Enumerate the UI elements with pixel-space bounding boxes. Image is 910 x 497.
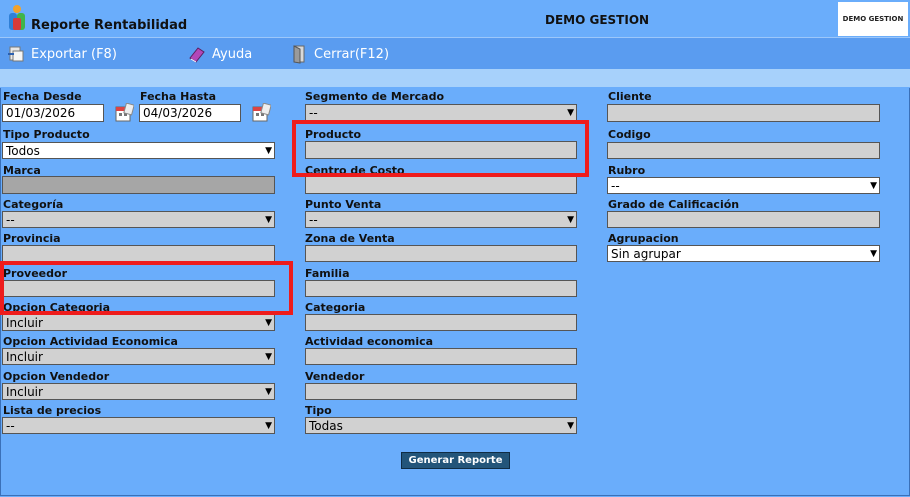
familia-label: Familia (305, 267, 350, 280)
chevron-down-icon: ▼ (870, 180, 877, 191)
categoria-label: Categoría (3, 198, 64, 211)
marca-input[interactable] (2, 176, 275, 194)
export-button[interactable]: Exportar (F8) (6, 43, 117, 65)
app-logo-icon (9, 5, 25, 30)
close-button[interactable]: Cerrar(F12) (289, 43, 389, 65)
chevron-down-icon: ▼ (567, 214, 574, 225)
generate-report-button[interactable]: Generar Reporte (401, 452, 510, 469)
chevron-down-icon: ▼ (265, 214, 272, 225)
lista-precios-value: -- (6, 418, 15, 433)
export-label: Exportar (F8) (31, 46, 117, 62)
fecha-desde-label: Fecha Desde (3, 90, 82, 103)
chevron-down-icon: ▼ (870, 248, 877, 259)
opcion-vendedor-label: Opcion Vendedor (3, 370, 110, 383)
help-button[interactable]: Ayuda (187, 43, 252, 65)
opcion-vendedor-select[interactable]: Incluir ▼ (2, 383, 275, 400)
rubro-value: -- (611, 178, 620, 193)
company-logo: DEMO GESTION (838, 2, 908, 36)
chevron-down-icon: ▼ (265, 317, 272, 328)
toolbar-separator-strip (0, 69, 910, 87)
agrupacion-select[interactable]: Sin agrupar ▼ (607, 245, 880, 262)
toolbar: Exportar (F8) Ayuda Cerrar(F12) (0, 37, 910, 70)
codigo-input[interactable] (607, 142, 880, 159)
producto-label: Producto (305, 128, 362, 141)
vendedor-input[interactable] (305, 383, 577, 400)
opcion-actividad-value: Incluir (6, 349, 43, 364)
calendar-icon[interactable] (251, 103, 271, 123)
proveedor-label: Proveedor (3, 267, 67, 280)
categoria2-input[interactable] (305, 314, 577, 331)
tipo-producto-label: Tipo Producto (3, 128, 90, 141)
grado-calificacion-label: Grado de Calificación (608, 198, 740, 211)
segmento-select[interactable]: -- ▼ (305, 104, 577, 121)
grado-calificacion-input[interactable] (607, 211, 880, 228)
chevron-down-icon: ▼ (265, 420, 272, 431)
producto-input[interactable] (305, 141, 577, 159)
actividad-label: Actividad economica (305, 335, 434, 348)
categoria-select[interactable]: -- ▼ (2, 211, 275, 228)
calendar-icon[interactable] (114, 103, 134, 123)
rubro-select[interactable]: -- ▼ (607, 177, 880, 194)
rubro-label: Rubro (608, 164, 646, 177)
lista-precios-select[interactable]: -- ▼ (2, 417, 275, 434)
segmento-label: Segmento de Mercado (305, 90, 445, 103)
export-icon (8, 46, 24, 62)
chevron-down-icon: ▼ (567, 420, 574, 431)
provincia-input[interactable] (2, 245, 275, 262)
fecha-hasta-label: Fecha Hasta (140, 90, 216, 103)
opcion-vendedor-value: Incluir (6, 384, 43, 399)
cliente-label: Cliente (608, 90, 652, 103)
tipo-producto-value: Todos (6, 143, 40, 158)
lista-precios-label: Lista de precios (3, 404, 102, 417)
fecha-hasta-value: 04/03/2026 (143, 106, 213, 120)
fecha-desde-value: 01/03/2026 (6, 106, 76, 120)
segmento-value: -- (309, 105, 318, 120)
punto-venta-select[interactable]: -- ▼ (305, 211, 577, 228)
help-book-icon (189, 47, 205, 63)
fecha-desde-input[interactable]: 01/03/2026 (2, 104, 104, 122)
provincia-label: Provincia (3, 232, 61, 245)
categoria2-label: Categoria (305, 301, 366, 314)
zona-venta-input[interactable] (305, 245, 577, 262)
opcion-categoria-select[interactable]: Incluir ▼ (2, 314, 275, 331)
vendedor-label: Vendedor (305, 370, 365, 383)
close-label: Cerrar(F12) (314, 46, 390, 62)
generate-report-label: Generar Reporte (408, 455, 503, 466)
title-bar: Reporte Rentabilidad DEMO GESTION DEMO G… (0, 0, 910, 37)
tipo-label: Tipo (305, 404, 332, 417)
tipo-value: Todas (309, 418, 343, 433)
company-logo-text: DEMO GESTION (842, 15, 904, 23)
help-label: Ayuda (212, 46, 253, 62)
agrupacion-label: Agrupacion (608, 232, 679, 245)
proveedor-input[interactable] (2, 280, 275, 297)
punto-venta-value: -- (309, 212, 318, 227)
chevron-down-icon: ▼ (265, 386, 272, 397)
close-door-icon (293, 45, 305, 64)
centro-costo-input[interactable] (305, 176, 577, 194)
tipo-select[interactable]: Todas ▼ (305, 417, 577, 434)
categoria-value: -- (6, 212, 15, 227)
punto-venta-label: Punto Venta (305, 198, 382, 211)
app-title: Reporte Rentabilidad (31, 18, 188, 33)
opcion-actividad-label: Opcion Actividad Economica (3, 335, 178, 348)
tipo-producto-select[interactable]: Todos ▼ (2, 142, 275, 159)
chevron-down-icon: ▼ (265, 351, 272, 362)
opcion-actividad-select[interactable]: Incluir ▼ (2, 348, 275, 365)
familia-input[interactable] (305, 280, 577, 297)
chevron-down-icon: ▼ (567, 107, 574, 118)
company-name: DEMO GESTION (545, 13, 650, 27)
opcion-categoria-label: Opcion Categoria (3, 301, 110, 314)
agrupacion-value: Sin agrupar (611, 246, 681, 261)
fecha-hasta-input[interactable]: 04/03/2026 (139, 104, 241, 122)
actividad-input[interactable] (305, 348, 577, 365)
zona-venta-label: Zona de Venta (305, 232, 395, 245)
chevron-down-icon: ▼ (265, 145, 272, 156)
opcion-categoria-value: Incluir (6, 315, 43, 330)
codigo-label: Codigo (608, 128, 651, 141)
cliente-input[interactable] (607, 104, 880, 122)
